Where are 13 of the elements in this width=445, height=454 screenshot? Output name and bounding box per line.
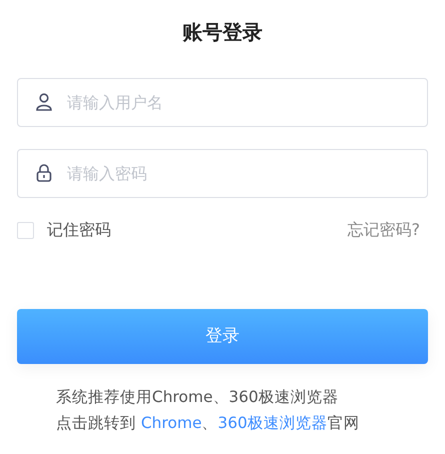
login-button[interactable]: 登录 bbox=[17, 309, 428, 364]
forgot-password-link[interactable]: 忘记密码? bbox=[348, 218, 420, 242]
password-field[interactable]: 请输入密码 bbox=[17, 149, 428, 198]
page-title: 账号登录 bbox=[182, 19, 262, 46]
remember-label[interactable]: 记住密码 bbox=[47, 218, 111, 242]
browser-recommendation-text: 系统推荐使用Chrome、360极速浏览器 bbox=[56, 387, 338, 408]
username-field[interactable]: 请输入用户名 bbox=[17, 78, 428, 127]
360-browser-link[interactable]: 360极速浏览器 bbox=[218, 414, 328, 432]
chrome-link[interactable]: Chrome bbox=[140, 414, 202, 432]
user-icon bbox=[36, 93, 52, 111]
lock-icon bbox=[36, 164, 52, 182]
remember-checkbox[interactable] bbox=[17, 222, 34, 238]
browser-download-text: 点击跳转到 Chrome、360极速浏览器官网 bbox=[56, 413, 360, 434]
